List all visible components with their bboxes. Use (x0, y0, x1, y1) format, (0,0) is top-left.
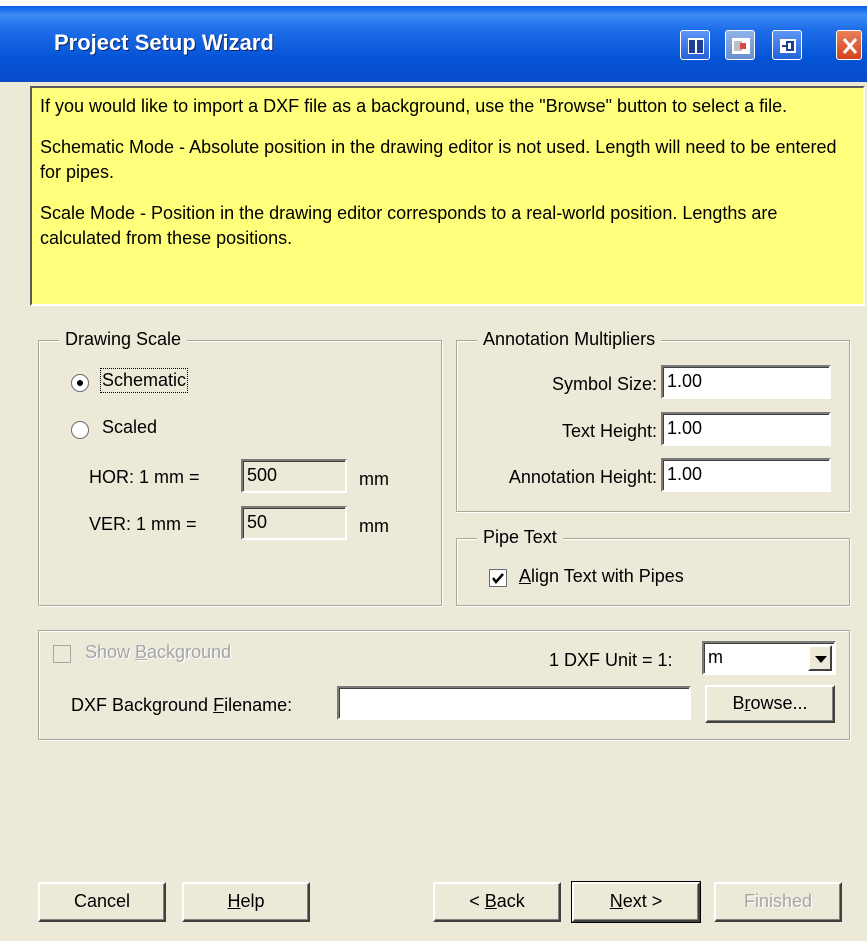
cancel-button[interactable]: Cancel (38, 882, 166, 922)
annotation-height-label: Annotation Height: (508, 467, 657, 487)
close-icon (842, 38, 858, 54)
dxf-unit-select[interactable]: m (702, 641, 836, 675)
checkmark-icon (492, 573, 504, 584)
help-text-scale: Scale Mode - Position in the drawing edi… (40, 203, 778, 248)
schematic-radio-label[interactable]: Schematic (99, 368, 189, 393)
ver-scale-label: VER: 1 mm = (89, 514, 197, 534)
window-title: Project Setup Wizard (54, 30, 274, 55)
project-setup-wizard-window: Project Setup Wizard If you would like t… (0, 0, 867, 941)
annotation-multipliers-label: Annotation Multipliers (477, 329, 662, 350)
pin-button[interactable] (772, 30, 802, 60)
symbol-size-input[interactable]: 1.00 (661, 365, 831, 399)
pin-icon (780, 39, 796, 53)
annotation-multipliers-group: Annotation Multipliers Symbol Size: 1.00… (456, 329, 850, 512)
text-height-input[interactable]: 1.00 (661, 412, 831, 446)
pipe-text-label: Pipe Text (477, 527, 563, 548)
drawing-scale-label: Drawing Scale (59, 329, 188, 350)
scaled-radio-label[interactable]: Scaled (102, 417, 157, 438)
browse-button[interactable]: Browse... (705, 685, 835, 723)
back-button[interactable]: < Back (433, 882, 561, 922)
tile-window-button[interactable] (680, 30, 710, 60)
show-background-checkbox[interactable] (53, 645, 71, 663)
help-text-panel: If you would like to import a DXF file a… (30, 86, 865, 306)
title-bar[interactable]: Project Setup Wizard (0, 0, 867, 82)
close-button[interactable] (836, 30, 862, 60)
ver-scale-unit: mm (359, 516, 389, 536)
ver-scale-input[interactable]: 50 (241, 506, 347, 540)
drawing-scale-group: Drawing Scale Schematic Scaled HOR: 1 mm… (38, 329, 442, 606)
dxf-unit-label: 1 DXF Unit = 1: (549, 650, 673, 670)
chevron-down-icon[interactable] (808, 645, 832, 671)
help-button[interactable]: Help (182, 882, 310, 922)
dxf-filename-label: DXF Background Filename: (71, 695, 293, 715)
text-height-label: Text Height: (561, 421, 657, 441)
show-background-label: Show Background (85, 642, 232, 662)
dock-icon (732, 38, 750, 54)
tile-icon (688, 38, 704, 54)
hor-scale-label: HOR: 1 mm = (89, 467, 200, 487)
annotation-height-input[interactable]: 1.00 (661, 458, 831, 492)
dxf-unit-value: m (708, 647, 723, 667)
dock-window-button[interactable] (725, 30, 755, 60)
hor-scale-unit: mm (359, 469, 389, 489)
help-text-schematic: Schematic Mode - Absolute position in th… (40, 137, 837, 182)
scaled-radio[interactable] (71, 421, 89, 439)
help-text-dxf: If you would like to import a DXF file a… (40, 96, 788, 116)
background-group: Show Background 1 DXF Unit = 1: m DXF Ba… (38, 630, 850, 740)
next-button[interactable]: Next > (571, 881, 701, 923)
align-text-label[interactable]: Align Text with Pipes (519, 566, 684, 587)
schematic-radio[interactable] (71, 374, 89, 392)
align-text-checkbox[interactable] (489, 569, 507, 587)
dxf-filename-input[interactable] (337, 686, 691, 720)
symbol-size-label: Symbol Size: (551, 374, 657, 394)
finished-button[interactable]: Finished (714, 882, 842, 922)
pipe-text-group: Pipe Text Align Text with Pipes (456, 527, 850, 606)
hor-scale-input[interactable]: 500 (241, 459, 347, 493)
